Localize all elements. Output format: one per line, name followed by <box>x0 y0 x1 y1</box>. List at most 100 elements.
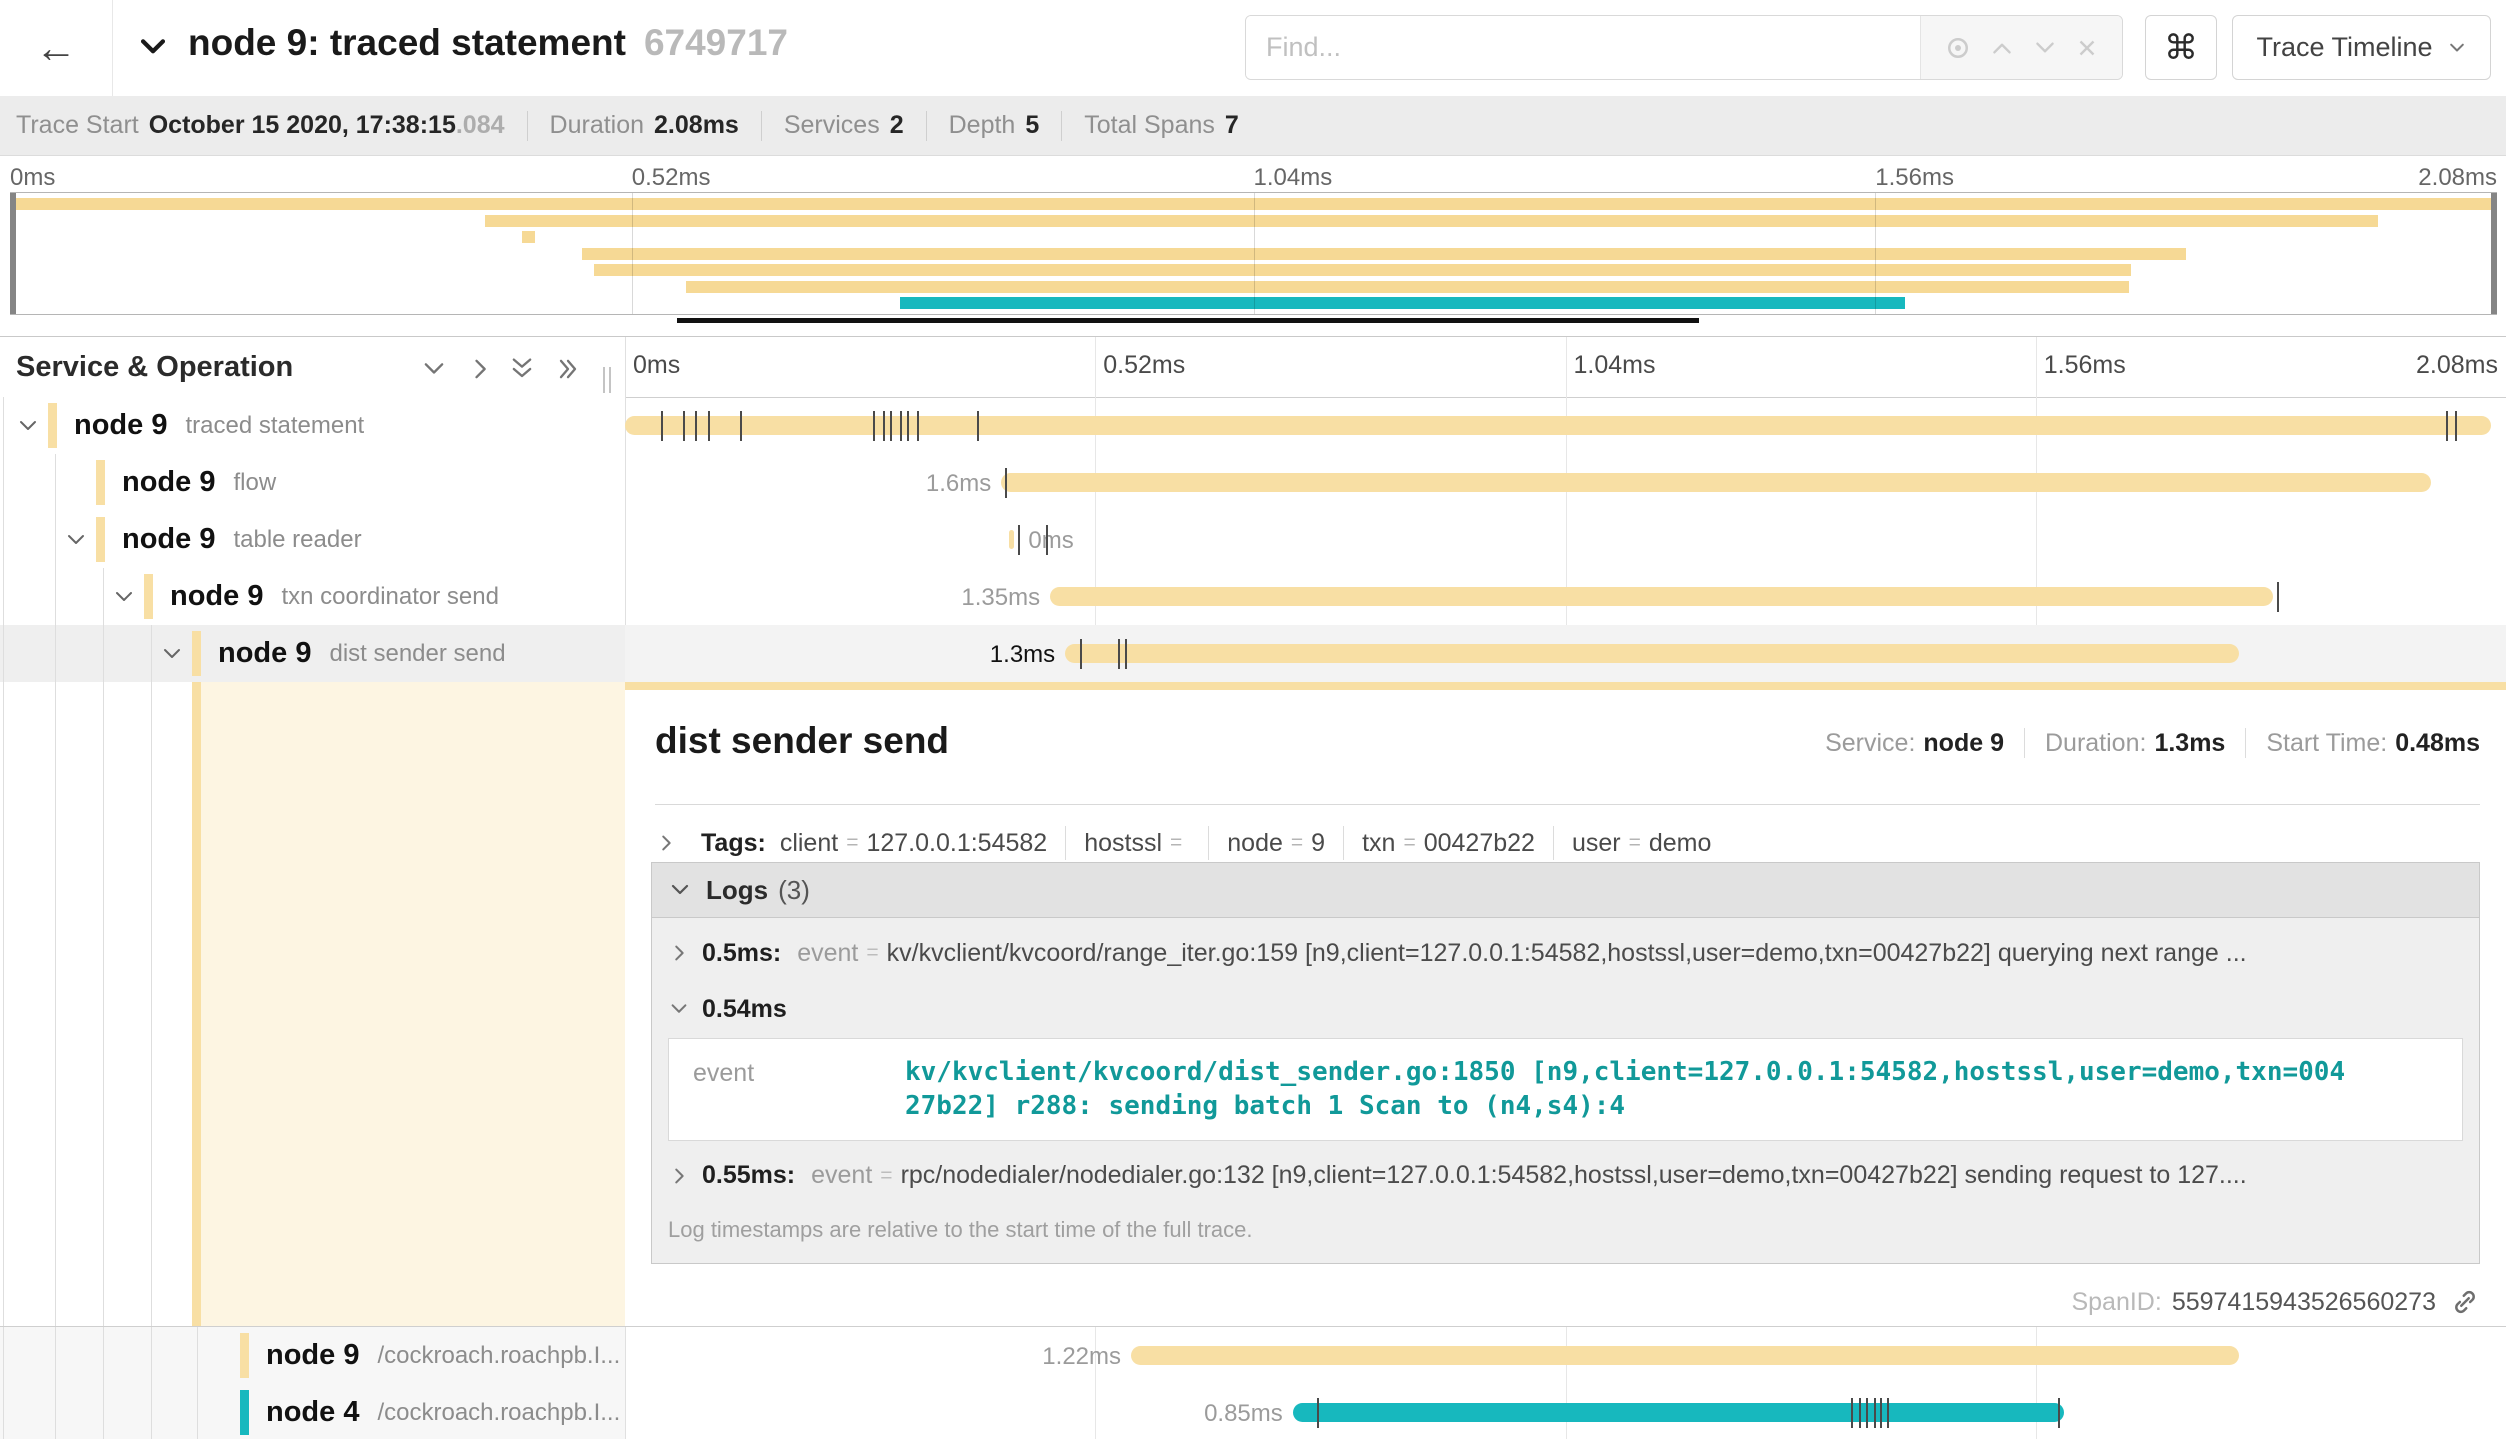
span-color-bar <box>96 460 105 505</box>
summary-label: Trace Start <box>16 111 139 140</box>
span-row-timeline[interactable] <box>625 397 2506 454</box>
span-row-timeline[interactable]: 1.6ms <box>625 454 2506 511</box>
span-duration-label: 1.35ms <box>961 584 1040 612</box>
minimap-span <box>900 297 1905 309</box>
expand-children-chevron-icon[interactable] <box>16 414 40 443</box>
expand-one-icon[interactable] <box>466 355 494 383</box>
span-row-name[interactable]: node 9dist sender send <box>0 625 625 682</box>
span-row-name[interactable]: node 9traced statement <box>0 397 625 454</box>
span-duration-label: 1.6ms <box>926 470 991 498</box>
back-button[interactable]: ← <box>0 0 113 96</box>
chevron-right-icon <box>668 942 690 964</box>
span-row-name[interactable]: node 9 flow <box>0 454 625 511</box>
log-marker <box>1851 1398 1853 1428</box>
log-entry-expanded-header[interactable]: 0.54ms <box>652 986 2479 1032</box>
service-name: node 4 <box>266 1396 359 1429</box>
collapse-all-icon[interactable] <box>508 355 536 383</box>
page-title: node 9: traced statement6749717 <box>188 22 788 64</box>
log-entry[interactable]: 0.55ms:event=rpc/nodedialer/nodedialer.g… <box>652 1149 2479 1203</box>
span-bar[interactable] <box>1009 530 1015 549</box>
prev-match-icon[interactable] <box>1989 35 2015 61</box>
collapse-trace-chevron-icon[interactable] <box>136 30 170 69</box>
operation-name: /cockroach.roachpb.I... <box>377 1399 620 1427</box>
timeline-tick-label: 1.56ms <box>2044 351 2126 380</box>
span-bar[interactable] <box>625 416 2491 435</box>
trace-minimap[interactable]: 0ms0.52ms1.04ms1.56ms2.08ms <box>0 156 2506 337</box>
log-message: kv/kvclient/kvcoord/range_iter.go:159 [n… <box>887 939 2247 968</box>
expand-all-icon[interactable] <box>554 355 582 383</box>
timeline-tick-label: 1.04ms <box>1574 351 1656 380</box>
stat-value: node 9 <box>1923 729 2004 758</box>
collapse-one-icon[interactable] <box>420 355 448 383</box>
log-entry[interactable]: 0.5ms:event=kv/kvclient/kvcoord/range_it… <box>652 926 2479 980</box>
separator <box>1061 111 1062 141</box>
tag-equals: = <box>1170 831 1182 855</box>
logs-title: Logs <box>706 875 768 906</box>
timeline-tick-label: 0ms <box>633 351 680 380</box>
tag-value: 9 <box>1311 829 1325 858</box>
trace-view-dropdown[interactable]: Trace Timeline <box>2232 15 2491 80</box>
tags-row[interactable]: Tags:client=127.0.0.1:54582hostssl=node=… <box>655 820 1711 866</box>
expand-children-chevron-icon[interactable] <box>160 642 184 671</box>
span-duration-label: 1.22ms <box>1042 1343 1121 1371</box>
span-bar[interactable] <box>1050 587 2273 606</box>
expand-children-chevron-icon[interactable] <box>64 528 88 557</box>
expand-children-chevron-icon[interactable] <box>112 585 136 614</box>
span-bar[interactable] <box>1001 473 2431 492</box>
service-name: node 9 <box>122 466 215 499</box>
log-equals: = <box>866 941 878 965</box>
log-marker <box>2058 1398 2060 1428</box>
minimap-right-scrubber[interactable] <box>2491 193 2497 314</box>
span-duration-label: 1.3ms <box>990 641 1055 669</box>
span-row-name[interactable]: node 9/cockroach.roachpb.I... <box>0 1327 625 1384</box>
span-row-name[interactable]: node 9table reader <box>0 511 625 568</box>
minimap-tick-label: 2.08ms <box>2418 164 2497 192</box>
minimap-canvas[interactable] <box>10 192 2497 315</box>
stat-label: Start Time: <box>2266 729 2387 758</box>
span-row-timeline[interactable]: 1.35ms <box>625 568 2506 625</box>
log-marker <box>1018 525 1020 555</box>
span-bar[interactable] <box>1131 1346 2239 1365</box>
summary-value: 2 <box>890 111 904 140</box>
minimap-left-scrubber[interactable] <box>10 193 16 314</box>
span-row-name[interactable]: node 4/cockroach.roachpb.I... <box>0 1384 625 1439</box>
span-row-name[interactable]: node 9txn coordinator send <box>0 568 625 625</box>
span-id-value: 5597415943526560273 <box>2172 1288 2436 1317</box>
clear-search-icon[interactable] <box>2074 35 2100 61</box>
log-marker <box>1046 525 1048 555</box>
logs-header[interactable]: Logs (3) <box>652 863 2479 918</box>
next-match-icon[interactable] <box>2032 35 2058 61</box>
stat-label: Service: <box>1825 729 1915 758</box>
tag-key: hostssl <box>1084 829 1162 858</box>
log-marker <box>873 411 875 441</box>
span-row-timeline[interactable]: 0ms <box>625 511 2506 568</box>
service-name: node 9 <box>218 637 311 670</box>
find-input[interactable] <box>1246 16 1920 79</box>
minimap-span <box>594 264 2131 276</box>
log-timestamp: 0.54ms <box>702 995 787 1024</box>
trace-id: 6749717 <box>644 22 788 63</box>
find-controls <box>1920 16 2122 79</box>
service-name: node 9 <box>170 580 263 613</box>
service-name: node 9 <box>74 409 167 442</box>
span-bar[interactable] <box>1293 1403 2064 1422</box>
minimap-ticks: 0ms0.52ms1.04ms1.56ms2.08ms <box>0 164 2506 192</box>
span-row-timeline[interactable]: 1.22ms <box>625 1327 2506 1384</box>
log-marker <box>1005 468 1007 498</box>
log-marker <box>1118 639 1120 669</box>
summary-value: 7 <box>1225 111 1239 140</box>
span-bar[interactable] <box>1065 644 2239 663</box>
log-marker <box>2277 582 2279 612</box>
column-resizer[interactable] <box>603 367 615 393</box>
minimap-scrollbar[interactable] <box>677 318 1699 323</box>
operation-name: flow <box>233 469 276 497</box>
span-row-timeline[interactable]: 0.85ms <box>625 1384 2506 1439</box>
span-row-timeline[interactable]: 1.3ms <box>625 625 2506 682</box>
logs-section: Logs (3) 0.5ms:event=kv/kvclient/kvcoord… <box>651 862 2480 1264</box>
log-marker <box>661 411 663 441</box>
operation-name: table reader <box>233 526 361 554</box>
keyboard-shortcuts-button[interactable]: ⌘ <box>2145 15 2217 80</box>
deep-link-icon[interactable] <box>2450 1287 2480 1317</box>
span-color-bar <box>144 574 153 619</box>
locate-icon[interactable] <box>1943 33 1973 63</box>
